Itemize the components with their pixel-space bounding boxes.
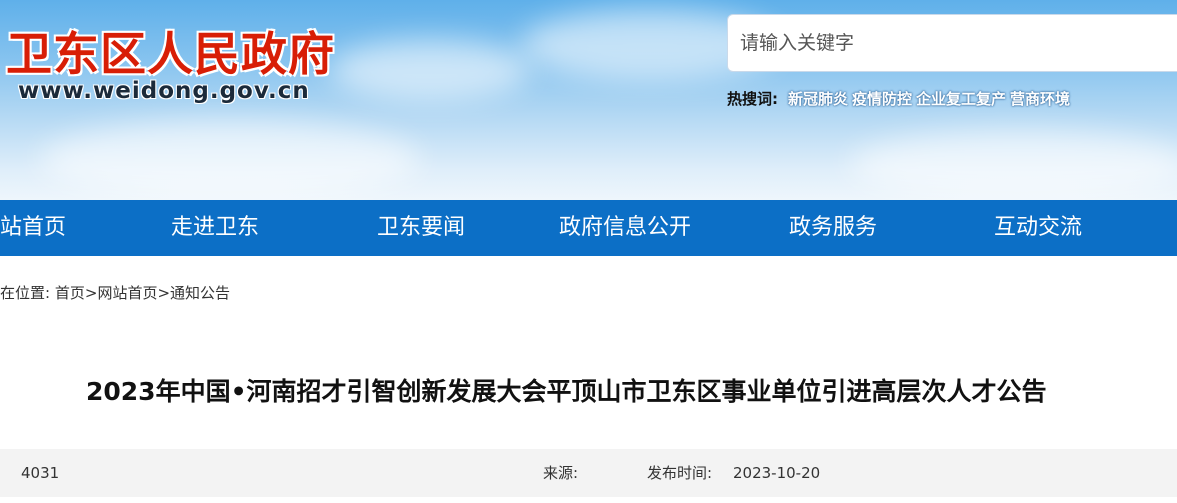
search-input[interactable] [728, 15, 1160, 71]
hot-words-bar: 热搜词: 新冠肺炎 疫情防控 企业复工复产 营商环境 [727, 88, 1074, 109]
breadcrumb-link-notices[interactable]: 通知公告 [170, 284, 230, 302]
cloud-decoration [850, 130, 1177, 200]
breadcrumb: 在位置: 首页>网站首页>通知公告 [0, 282, 230, 303]
breadcrumb-link-site-home[interactable]: 网站首页 [97, 284, 157, 302]
nav-item-about[interactable]: 走进卫东 [171, 200, 259, 256]
article-title: 2023年中国•河南招才引智创新发展大会平顶山市卫东区事业单位引进高层次人才公告 [86, 377, 1047, 406]
breadcrumb-link-home[interactable]: 首页 [55, 284, 85, 302]
search-box [727, 14, 1177, 72]
publish-date: 2023-10-20 [733, 464, 821, 482]
breadcrumb-separator: > [84, 284, 98, 302]
article-info-bar: 4031 来源: 发布时间: 2023-10-20 [0, 449, 1177, 497]
header-banner: 卫东区人民政府 www.weidong.gov.cn 热搜词: 新冠肺炎 疫情防… [0, 0, 1177, 200]
source-label: 来源: [543, 464, 579, 482]
nav-item-news[interactable]: 卫东要闻 [377, 200, 465, 256]
cloud-decoration [330, 40, 530, 100]
main-nav: 站首页 走进卫东 卫东要闻 政府信息公开 政务服务 互动交流 [0, 200, 1177, 256]
hot-word-link[interactable]: 企业复工复产 [916, 88, 1006, 109]
cloud-decoration [40, 120, 420, 200]
nav-item-home[interactable]: 站首页 [0, 200, 66, 256]
hot-word-link[interactable]: 营商环境 [1010, 88, 1070, 109]
hot-word-link[interactable]: 疫情防控 [852, 88, 912, 109]
site-logo-title[interactable]: 卫东区人民政府 [6, 18, 335, 84]
view-count: 4031 [21, 464, 60, 482]
site-logo-url[interactable]: www.weidong.gov.cn [18, 78, 310, 104]
nav-item-gov-info[interactable]: 政府信息公开 [559, 200, 691, 256]
publish-label: 发布时间: [647, 464, 713, 482]
nav-item-interaction[interactable]: 互动交流 [994, 200, 1082, 256]
nav-item-services[interactable]: 政务服务 [789, 200, 877, 256]
breadcrumb-separator: > [157, 284, 171, 302]
breadcrumb-prefix: 在位置: [0, 284, 51, 302]
hot-words-label: 热搜词: [727, 90, 778, 108]
hot-word-link[interactable]: 新冠肺炎 [788, 88, 848, 109]
